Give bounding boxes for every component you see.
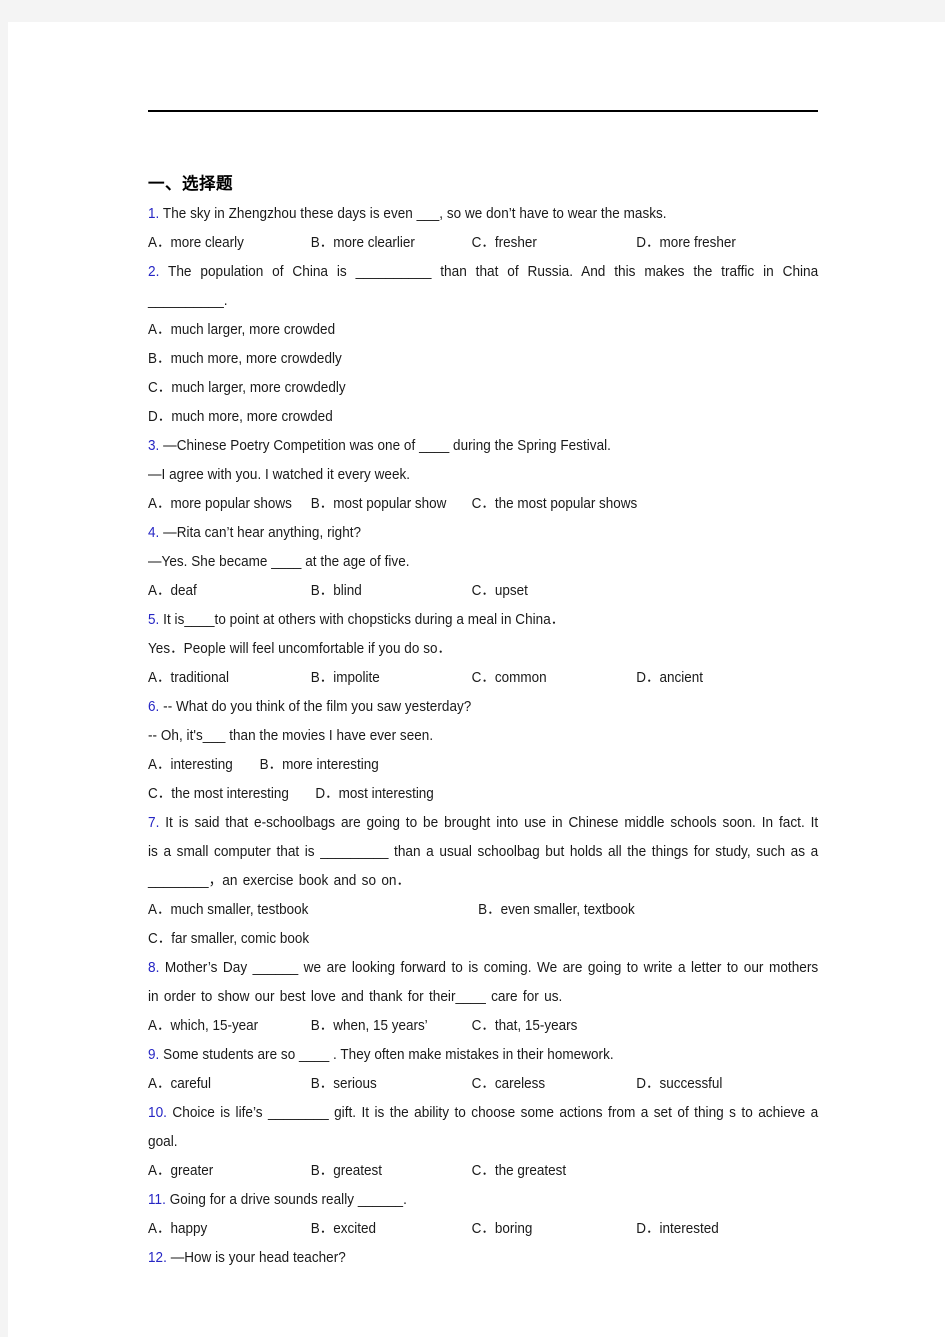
option-a[interactable]: A．much smaller, testbook — [148, 896, 308, 925]
option-a[interactable]: A．more clearly — [148, 229, 244, 258]
question-6-stem-line-1: 6. -- What do you think of the film you … — [148, 693, 771, 722]
question-11-options: A．happy B．excited C．boring D．interested — [148, 1215, 771, 1244]
option-b[interactable]: B．much more, more crowdedly — [148, 351, 342, 367]
question-11-stem: 11. Going for a drive sounds really ____… — [148, 1186, 771, 1215]
option-b[interactable]: B．more clearlier — [311, 229, 415, 258]
question-number: 12. — [148, 1250, 167, 1266]
question-text: The population of China is __________ th… — [148, 264, 819, 309]
question-6-stem-line-2: -- Oh, it's___ than the movies I have ev… — [148, 728, 434, 744]
option-b[interactable]: B．greatest — [311, 1157, 382, 1186]
question-number: 8. — [148, 960, 160, 976]
option-b[interactable]: B．excited — [311, 1215, 376, 1244]
option-d[interactable]: D．most interesting — [315, 780, 433, 809]
option-c[interactable]: C．the greatest — [472, 1157, 566, 1186]
question-number: 5. — [148, 612, 160, 628]
option-a[interactable]: A．traditional — [148, 664, 229, 693]
option-b[interactable]: B．blind — [311, 577, 362, 606]
question-number: 3. — [148, 438, 160, 454]
question-text: —Chinese Poetry Competition was one of _… — [163, 438, 611, 454]
option-c[interactable]: C．careless — [472, 1070, 545, 1099]
question-7-options-row-1: A．much smaller, testbook B．even smaller,… — [148, 896, 771, 925]
question-9-options: A．careful B．serious C．careless D．success… — [148, 1070, 771, 1099]
question-2-option-b-row: B．much more, more crowdedly — [148, 345, 771, 374]
option-c[interactable]: C．far smaller, comic book — [148, 925, 309, 954]
question-6-options-row-2: C．the most interesting D．most interestin… — [148, 780, 771, 809]
option-a[interactable]: A．deaf — [148, 577, 197, 606]
question-text: It is____to point at others with chopsti… — [163, 612, 565, 628]
option-a[interactable]: A．which, 15-year — [148, 1012, 258, 1041]
question-2-option-c-row: C．much larger, more crowdedly — [148, 374, 771, 403]
header-divider — [148, 110, 818, 112]
question-2-stem: 2. The population of China is __________… — [148, 258, 818, 316]
document-page: 一、选择题 1. The sky in Zhengzhou these days… — [8, 22, 945, 1337]
option-c[interactable]: C．fresher — [472, 229, 537, 258]
option-c[interactable]: C．boring — [472, 1215, 533, 1244]
question-4-stem-line-1: 4. —Rita can’t hear anything, right? — [148, 519, 771, 548]
question-3-stem-line-1: 3. —Chinese Poetry Competition was one o… — [148, 432, 771, 461]
question-text: Choice is life’s ________ gift. It is th… — [148, 1105, 819, 1150]
question-text: It is said that e-schoolbags are going t… — [148, 815, 819, 889]
option-a[interactable]: A．more popular shows — [148, 490, 292, 519]
question-number: 6. — [148, 699, 160, 715]
question-text: Mother’s Day ______ we are looking forwa… — [148, 960, 819, 1005]
question-3-stem-line-2: —I agree with you. I watched it every we… — [148, 467, 411, 483]
question-text: —How is your head teacher? — [170, 1250, 346, 1266]
question-text: -- What do you think of the film you saw… — [163, 699, 472, 715]
question-5-options: A．traditional B．impolite C．common D．anci… — [148, 664, 771, 693]
option-d[interactable]: D．interested — [636, 1215, 718, 1244]
option-c[interactable]: C．the most popular shows — [472, 490, 638, 519]
option-b[interactable]: B．even smaller, textbook — [478, 896, 635, 925]
question-number: 4. — [148, 525, 160, 541]
question-number: 2. — [148, 264, 160, 280]
option-b[interactable]: B．more interesting — [260, 751, 379, 780]
option-b[interactable]: B．serious — [311, 1070, 377, 1099]
question-number: 10. — [148, 1105, 167, 1121]
option-c[interactable]: C．that, 15-years — [472, 1012, 578, 1041]
option-c[interactable]: C．common — [472, 664, 547, 693]
question-9-stem: 9. Some students are so ____ . They ofte… — [148, 1041, 771, 1070]
question-10-stem: 10. Choice is life’s ________ gift. It i… — [148, 1099, 818, 1157]
question-number: 1. — [148, 206, 160, 222]
option-a[interactable]: A．happy — [148, 1215, 207, 1244]
question-text: The sky in Zhengzhou these days is even … — [162, 206, 667, 222]
option-c[interactable]: C．much larger, more crowdedly — [148, 380, 346, 396]
question-5-stem-line-2: Yes．People will feel uncomfortable if yo… — [148, 641, 452, 657]
question-1-stem: 1. The sky in Zhengzhou these days is ev… — [148, 200, 771, 229]
option-a[interactable]: A．interesting — [148, 751, 233, 780]
question-5-stem-line-1: 5. It is____to point at others with chop… — [148, 606, 771, 635]
option-d[interactable]: D．more fresher — [636, 229, 736, 258]
document-content: 一、选择题 1. The sky in Zhengzhou these days… — [148, 170, 818, 1273]
question-10-options: A．greater B．greatest C．the greatest — [148, 1157, 771, 1186]
option-b[interactable]: B．impolite — [311, 664, 380, 693]
question-text: —Rita can’t hear anything, right? — [163, 525, 362, 541]
option-c[interactable]: C．the most interesting — [148, 780, 289, 809]
question-text: Some students are so ____ . They often m… — [163, 1047, 614, 1063]
option-a[interactable]: A．much larger, more crowded — [148, 322, 335, 338]
option-d[interactable]: D．ancient — [636, 664, 703, 693]
option-a[interactable]: A．greater — [148, 1157, 213, 1186]
question-4-stem-line-2: —Yes. She became ____ at the age of five… — [148, 554, 410, 570]
question-number: 9. — [148, 1047, 160, 1063]
question-8-stem: 8. Mother’s Day ______ we are looking fo… — [148, 954, 818, 1012]
option-b[interactable]: B．most popular show — [311, 490, 447, 519]
question-3-options: A．more popular shows B．most popular show… — [148, 490, 771, 519]
question-8-options: A．which, 15-year B．when, 15 years’ C．tha… — [148, 1012, 771, 1041]
page-title: 一、选择题 — [148, 175, 233, 193]
question-2-option-d-row: D．much more, more crowded — [148, 403, 771, 432]
question-12-stem: 12. —How is your head teacher? — [148, 1244, 771, 1273]
question-number: 11. — [148, 1192, 166, 1208]
question-4-options: A．deaf B．blind C．upset — [148, 577, 771, 606]
option-d[interactable]: D．successful — [636, 1070, 722, 1099]
option-c[interactable]: C．upset — [472, 577, 528, 606]
question-2-option-a-row: A．much larger, more crowded — [148, 316, 771, 345]
question-6-options-row-1: A．interesting B．more interesting — [148, 751, 771, 780]
question-text: Going for a drive sounds really ______. — [169, 1192, 407, 1208]
option-d[interactable]: D．much more, more crowded — [148, 409, 333, 425]
option-b[interactable]: B．when, 15 years’ — [311, 1012, 428, 1041]
question-7-stem: 7. It is said that e-schoolbags are goin… — [148, 809, 818, 896]
question-1-options: A．more clearly B．more clearlier C．freshe… — [148, 229, 771, 258]
question-number: 7. — [148, 815, 160, 831]
option-a[interactable]: A．careful — [148, 1070, 211, 1099]
question-7-options-row-2: C．far smaller, comic book — [148, 925, 771, 954]
